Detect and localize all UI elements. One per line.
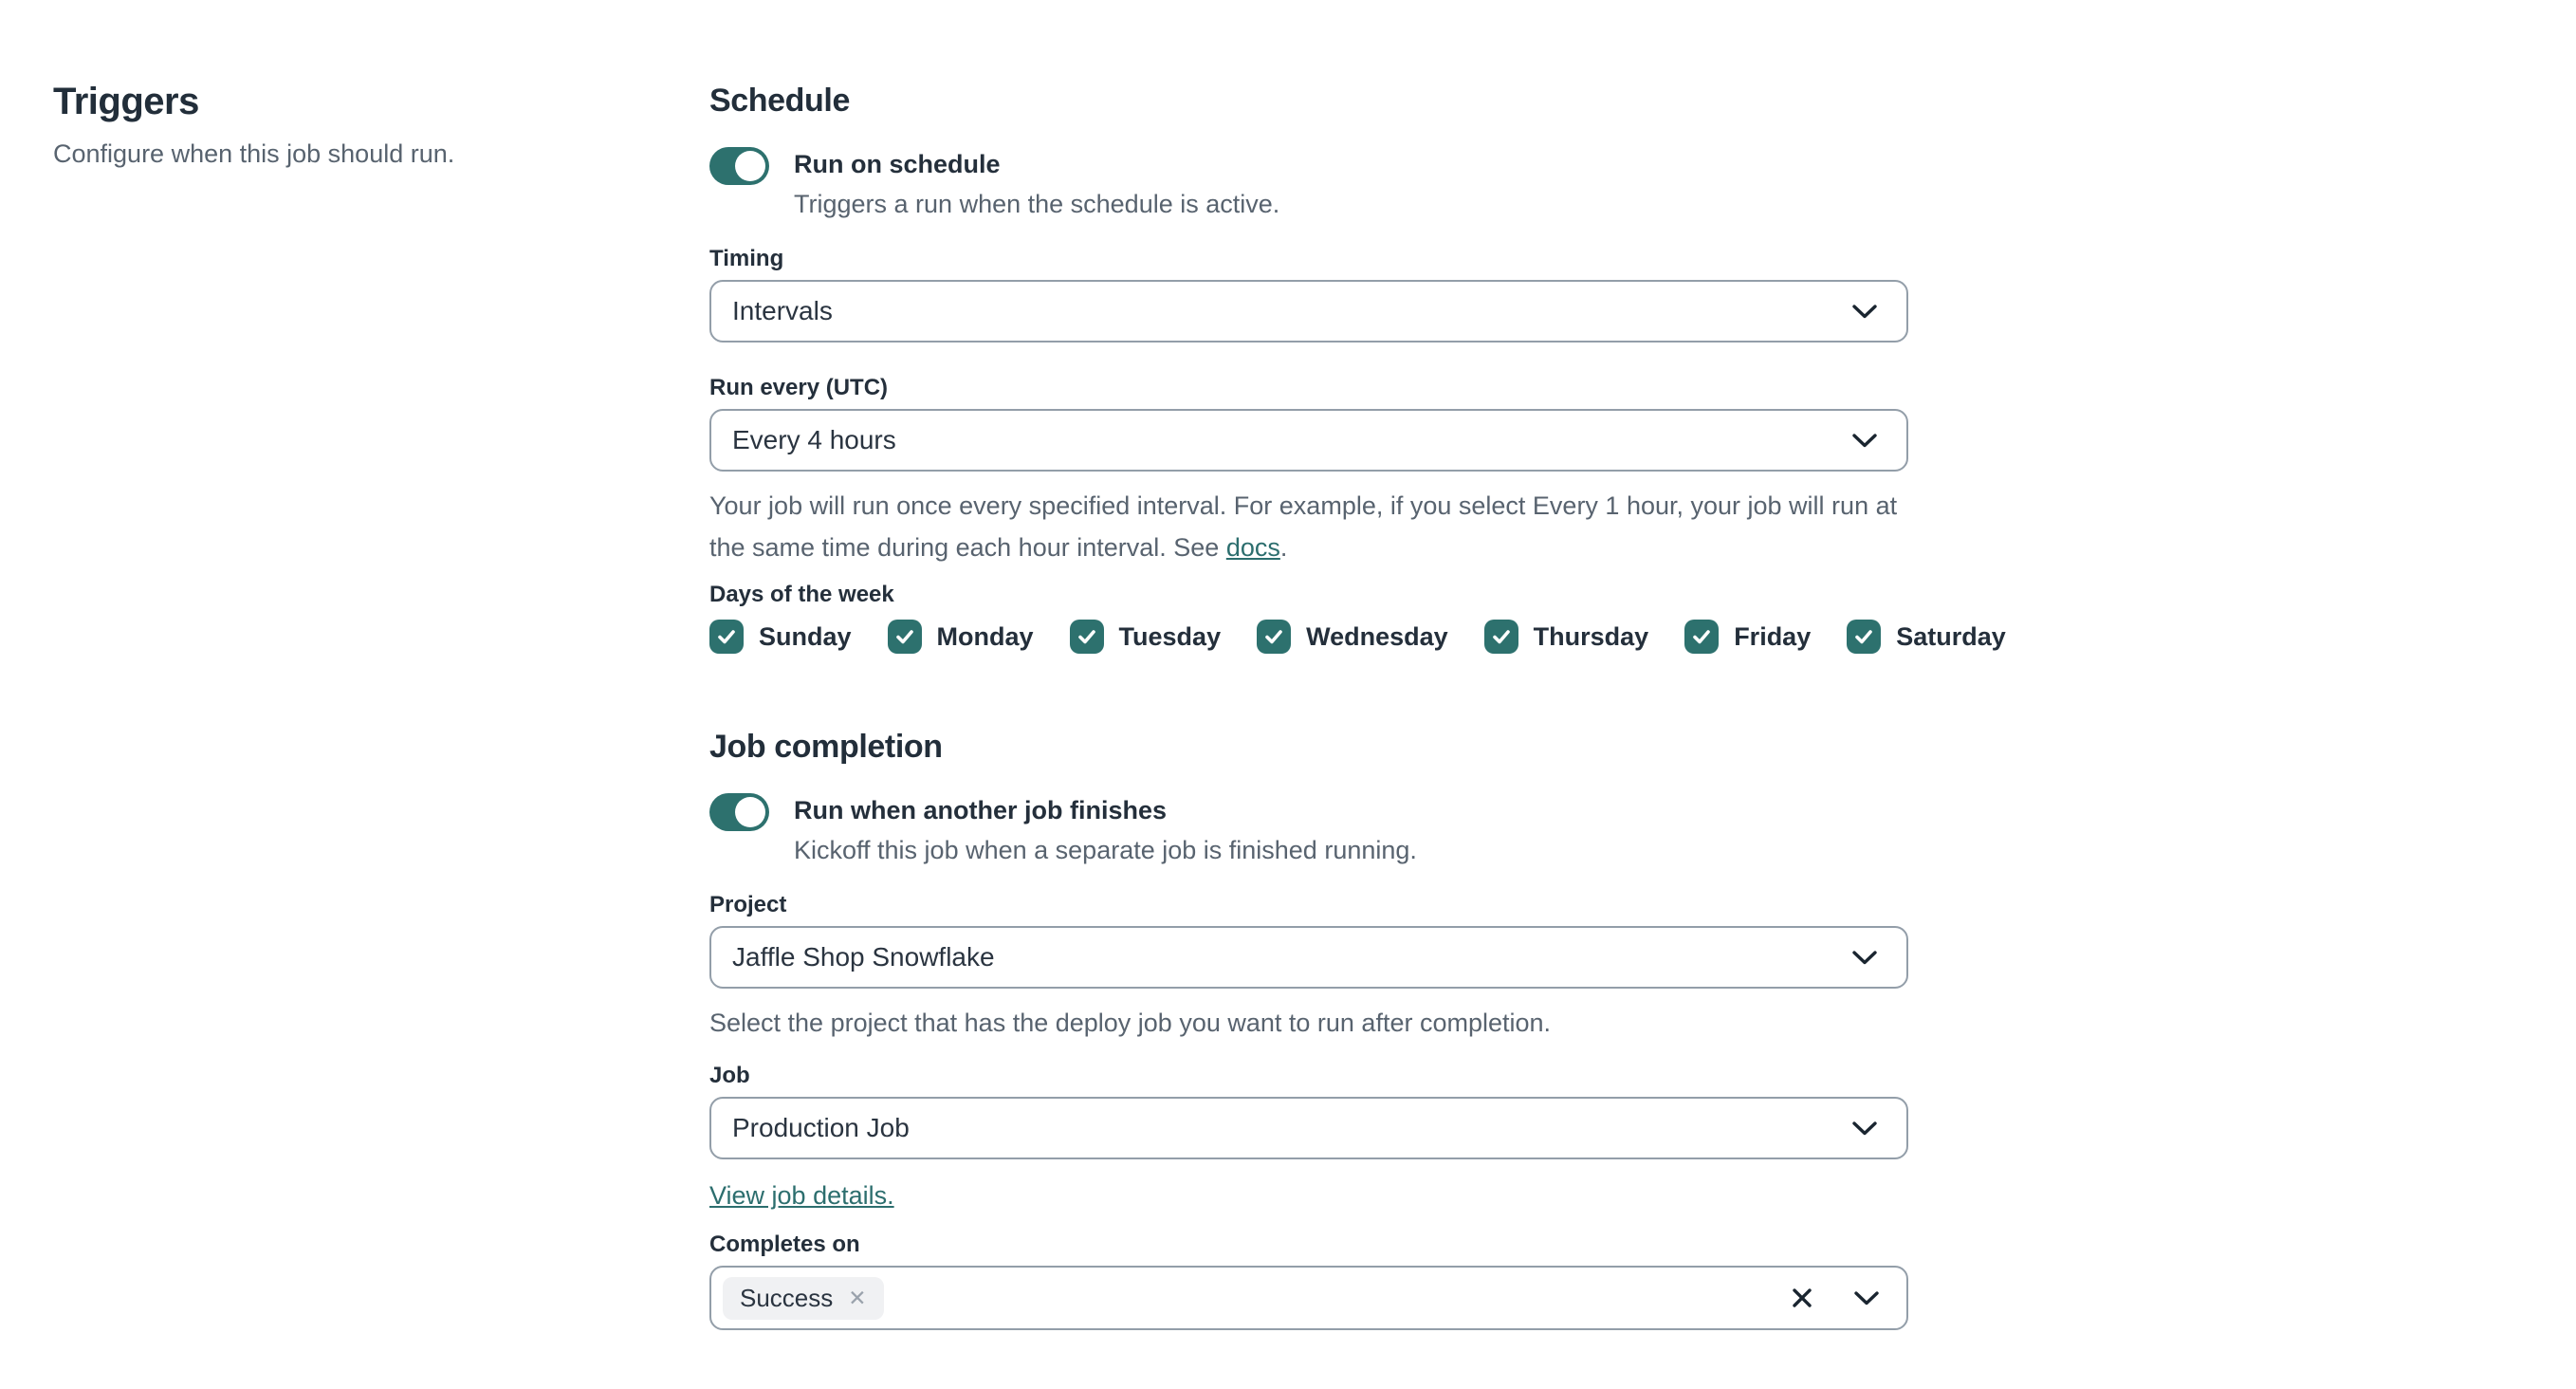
page-subtitle: Configure when this job should run. [53,139,455,168]
project-field: Project Jaffle Shop Snowflake Select the… [709,890,1908,1044]
completes-on-multiselect[interactable]: Success ✕ [709,1266,1908,1330]
toggle-knob [735,151,765,181]
day-label: Tuesday [1118,621,1222,651]
checkbox-checked-icon[interactable] [709,620,744,654]
run-when-job-finishes-text: Run when another job finishes Kickoff th… [794,791,1417,871]
day-label: Sunday [759,621,852,651]
timing-select[interactable]: Intervals [709,280,1908,343]
job-completion-heading: Job completion [709,729,943,765]
day-item-tuesday[interactable]: Tuesday [1069,620,1222,654]
triggers-intro-panel: Triggers Configure when this job should … [0,0,709,1389]
tag-remove-icon[interactable]: ✕ [848,1287,866,1309]
run-every-help-text: Your job will run once every specified i… [709,485,1908,568]
chevron-down-icon [1852,304,1877,318]
day-label: Monday [936,621,1034,651]
day-item-sunday[interactable]: Sunday [709,620,852,654]
run-every-select[interactable]: Every 4 hours [709,409,1908,472]
job-completion-section: Job completion Run when another job fini… [709,728,1908,1330]
run-when-job-finishes-row: Run when another job finishes Kickoff th… [709,791,1908,871]
run-on-schedule-description: Triggers a run when the schedule is acti… [794,190,1280,218]
run-every-select-value: Every 4 hours [732,425,896,454]
docs-link[interactable]: docs [1226,533,1280,562]
checkbox-checked-icon[interactable] [1684,620,1720,654]
chevron-down-icon [1852,433,1877,447]
run-every-field: Run every (UTC) Every 4 hours [709,373,1908,472]
day-item-friday[interactable]: Friday [1684,620,1811,654]
clear-all-icon[interactable] [1791,1287,1813,1309]
days-of-week-group: Days of the week Sunday Monday Tuesday W… [709,580,2006,656]
checkbox-checked-icon[interactable] [1069,620,1104,654]
checkbox-checked-icon[interactable] [887,620,922,654]
run-when-job-finishes-toggle[interactable] [709,793,769,831]
checkbox-checked-icon[interactable] [1483,620,1518,654]
day-item-monday[interactable]: Monday [887,620,1034,654]
day-label: Saturday [1896,621,2006,651]
completes-on-tag-success: Success ✕ [723,1276,884,1320]
chevron-down-icon[interactable] [1853,1290,1880,1306]
day-label: Wednesday [1306,621,1448,651]
schedule-section: Schedule Run on schedule Triggers a run … [709,82,2006,656]
project-select-value: Jaffle Shop Snowflake [732,942,995,972]
toggle-knob [735,797,765,827]
checkbox-checked-icon[interactable] [1847,620,1882,654]
day-label: Friday [1734,621,1812,651]
chevron-down-icon [1852,1120,1877,1135]
run-on-schedule-toggle[interactable] [709,147,769,185]
project-select[interactable]: Jaffle Shop Snowflake [709,926,1908,989]
view-job-details-row: View job details. [709,1176,1908,1214]
project-help-text: Select the project that has the deploy j… [709,1009,1552,1037]
days-of-week-label: Days of the week [709,582,894,607]
project-label: Project [709,892,787,917]
run-on-schedule-label: Run on schedule [794,150,1001,178]
help-text-after: . [1279,533,1288,562]
view-job-details-link[interactable]: View job details. [709,1181,894,1210]
tag-label: Success [740,1283,834,1312]
day-item-saturday[interactable]: Saturday [1847,620,2006,654]
run-on-schedule-row: Run on schedule Triggers a run when the … [709,145,1908,225]
triggers-settings-page: Triggers Configure when this job should … [0,0,2576,1389]
timing-select-value: Intervals [732,296,833,325]
timing-field: Timing Intervals [709,244,1908,343]
run-when-job-finishes-label: Run when another job finishes [794,796,1168,824]
job-select[interactable]: Production Job [709,1097,1908,1159]
day-item-wednesday[interactable]: Wednesday [1257,620,1448,654]
day-item-thursday[interactable]: Thursday [1483,620,1649,654]
page-title: Triggers [53,81,199,122]
completes-on-label: Completes on [709,1232,860,1257]
checkbox-checked-icon[interactable] [1257,620,1292,654]
job-select-value: Production Job [732,1113,910,1142]
job-label: Job [709,1063,750,1088]
chevron-down-icon [1852,950,1877,964]
day-label: Thursday [1533,621,1649,651]
job-field: Job Production Job View job details. [709,1061,1908,1214]
run-when-job-finishes-description: Kickoff this job when a separate job is … [794,836,1417,864]
timing-label: Timing [709,246,784,271]
triggers-form: Schedule Run on schedule Triggers a run … [709,0,2006,1389]
help-text-before: Your job will run once every specified i… [709,491,1898,562]
schedule-heading: Schedule [709,83,850,119]
days-of-week-row: Sunday Monday Tuesday Wednesday Thursday… [709,618,2006,656]
run-on-schedule-text: Run on schedule Triggers a run when the … [794,145,1279,225]
completes-on-field: Completes on Success ✕ [709,1230,1908,1330]
run-every-label: Run every (UTC) [709,375,889,400]
